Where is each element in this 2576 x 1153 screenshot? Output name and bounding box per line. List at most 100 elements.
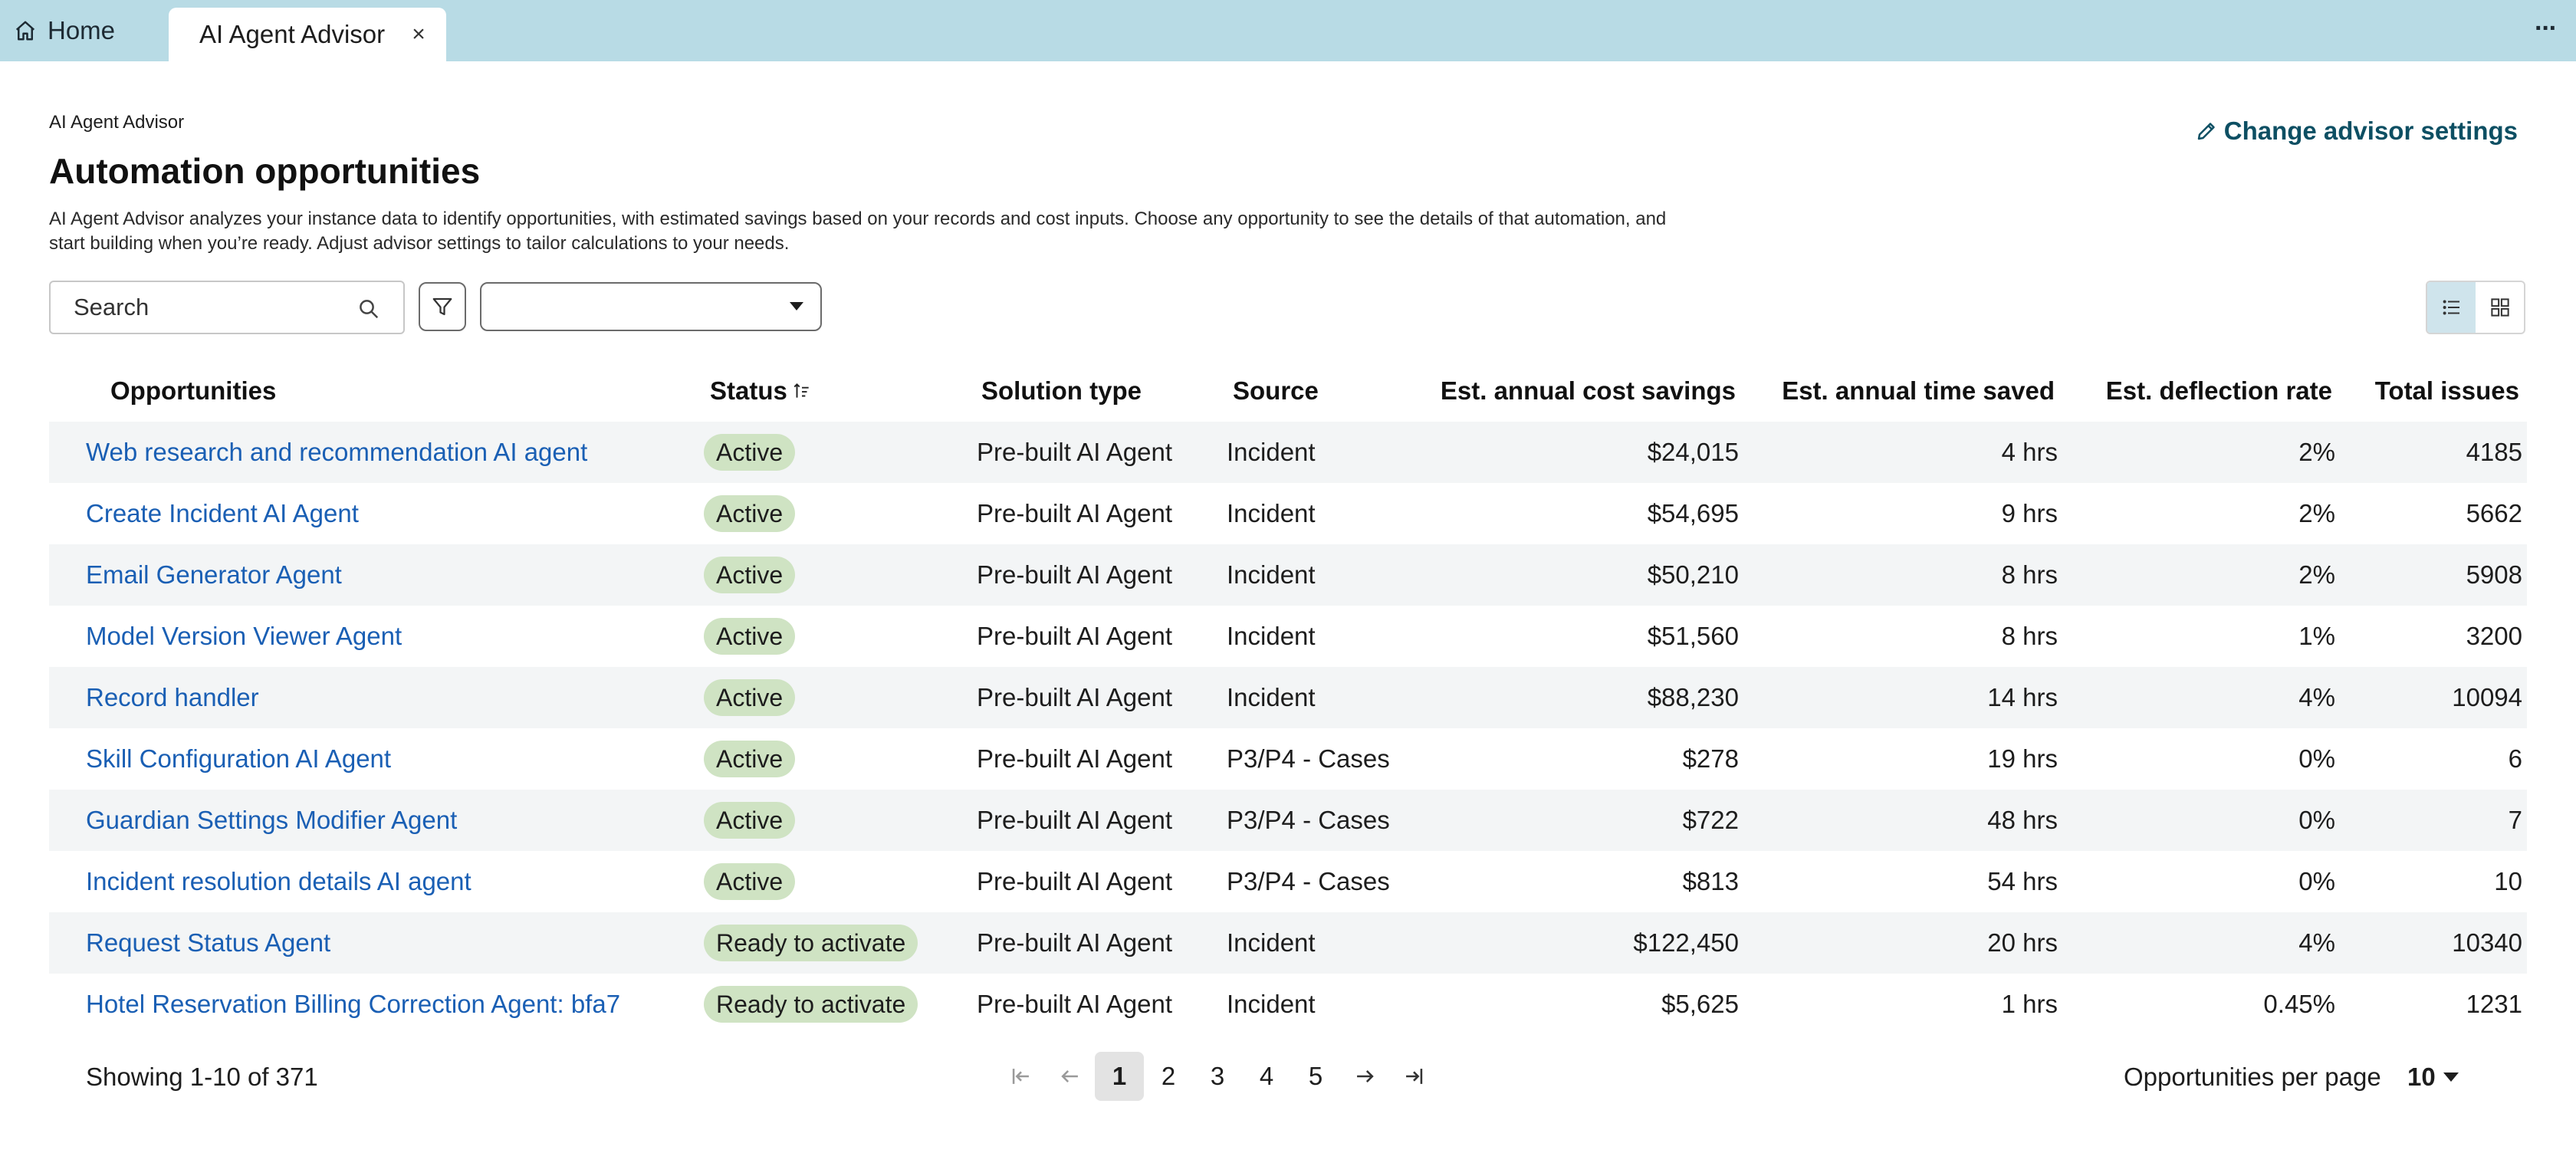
- status-badge: Active: [704, 557, 796, 593]
- opportunity-link[interactable]: Request Status Agent: [86, 928, 330, 958]
- opportunity-name-cell: Web research and recommendation AI agent: [86, 422, 587, 483]
- table-row[interactable]: Guardian Settings Modifier Agent Active Pr…: [49, 790, 2527, 851]
- page-button-4[interactable]: 4: [1242, 1052, 1291, 1101]
- per-page-label: Opportunities per page: [2124, 1063, 2381, 1091]
- chevron-down-icon: [2443, 1073, 2459, 1082]
- table-body: Web research and recommendation AI agent…: [49, 422, 2527, 1035]
- source-cell: Incident: [1227, 928, 1316, 957]
- pagination: 1 2 3 4 5: [997, 1052, 1438, 1101]
- opportunity-link[interactable]: Email Generator Agent: [86, 560, 342, 590]
- column-header-solution-type[interactable]: Solution type: [981, 360, 1142, 422]
- filter-button[interactable]: [419, 282, 466, 331]
- cost-savings-cell: $5,625: [1661, 990, 1739, 1018]
- table-row[interactable]: Model Version Viewer Agent Active Pre-buil…: [49, 606, 2527, 667]
- column-header-cost-savings[interactable]: Est. annual cost savings: [1441, 360, 1736, 422]
- deflection-rate-cell: 0%: [2298, 806, 2335, 834]
- total-issues-cell: 6: [2508, 744, 2522, 773]
- tab-active-label: AI Agent Advisor: [199, 20, 386, 48]
- last-page-button[interactable]: [1389, 1052, 1438, 1101]
- table-row[interactable]: Email Generator Agent Active Pre-built AI …: [49, 544, 2527, 606]
- time-saved-cell: 9 hrs: [2001, 499, 2058, 527]
- table-row[interactable]: Record handler Active Pre-built AI Agent In…: [49, 667, 2527, 728]
- deflection-rate-cell: 4%: [2298, 928, 2335, 957]
- table-row[interactable]: Web research and recommendation AI agent…: [49, 422, 2527, 483]
- total-issues-cell: 5908: [2466, 560, 2522, 589]
- filter-select[interactable]: [480, 282, 822, 331]
- status-cell: Active: [704, 728, 796, 790]
- page-button-2[interactable]: 2: [1144, 1052, 1193, 1101]
- table-row[interactable]: Hotel Reservation Billing Correction Age…: [49, 974, 2527, 1035]
- page-button-5[interactable]: 5: [1291, 1052, 1340, 1101]
- home-icon: [15, 21, 35, 41]
- tab-ai-agent-advisor[interactable]: AI Agent Advisor ×: [169, 8, 446, 61]
- solution-type-cell: Pre-built AI Agent: [977, 560, 1172, 589]
- opportunity-name-cell: Create Incident AI Agent: [86, 483, 359, 544]
- opportunity-link[interactable]: Record handler: [86, 683, 259, 712]
- opportunity-link[interactable]: Incident resolution details AI agent: [86, 867, 472, 896]
- time-saved-cell: 8 hrs: [2001, 560, 2058, 589]
- change-advisor-settings-link[interactable]: Change advisor settings: [2195, 117, 2518, 146]
- sort-icon[interactable]: [792, 381, 812, 401]
- solution-type-cell: Pre-built AI Agent: [977, 928, 1172, 957]
- more-options-icon[interactable]: ···: [2530, 15, 2561, 44]
- column-header-deflection-rate[interactable]: Est. deflection rate: [2106, 360, 2332, 422]
- search-icon[interactable]: [357, 297, 380, 320]
- status-cell: Active: [704, 422, 796, 483]
- table-header: Opportunities Status Solution type Sourc…: [49, 360, 2527, 422]
- close-icon[interactable]: ×: [408, 23, 429, 46]
- page-button-3[interactable]: 3: [1193, 1052, 1242, 1101]
- column-header-time-saved[interactable]: Est. annual time saved: [1782, 360, 2055, 422]
- pencil-icon: [2197, 123, 2215, 140]
- source-cell: P3/P4 - Cases: [1227, 744, 1390, 773]
- list-icon: [2443, 300, 2459, 315]
- tab-home[interactable]: Home: [14, 0, 115, 61]
- total-issues-cell: 3200: [2466, 622, 2522, 650]
- table-row[interactable]: Incident resolution details AI agent Acti…: [49, 851, 2527, 912]
- table-row[interactable]: Skill Configuration AI Agent Active Pre-bu…: [49, 728, 2527, 790]
- column-header-total-issues[interactable]: Total issues: [2375, 360, 2519, 422]
- solution-type-cell: Pre-built AI Agent: [977, 744, 1172, 773]
- previous-page-button[interactable]: [1046, 1052, 1095, 1101]
- column-header-source[interactable]: Source: [1233, 360, 1319, 422]
- status-cell: Active: [704, 851, 796, 912]
- opportunity-name-cell: Email Generator Agent: [86, 544, 342, 606]
- column-header-opportunities[interactable]: Opportunities: [110, 360, 276, 422]
- status-cell: Active: [704, 790, 796, 851]
- source-cell: Incident: [1227, 560, 1316, 589]
- next-page-button[interactable]: [1340, 1052, 1389, 1101]
- solution-type-cell: Pre-built AI Agent: [977, 867, 1172, 895]
- deflection-rate-cell: 4%: [2298, 683, 2335, 711]
- column-header-status[interactable]: Status: [710, 360, 812, 422]
- total-issues-cell: 10340: [2452, 928, 2522, 957]
- opportunity-link[interactable]: Model Version Viewer Agent: [86, 622, 402, 651]
- time-saved-cell: 8 hrs: [2001, 622, 2058, 650]
- opportunity-link[interactable]: Create Incident AI Agent: [86, 499, 359, 528]
- view-toggle: [2426, 281, 2525, 334]
- status-cell: Ready to activate: [704, 974, 918, 1035]
- arrow-right-icon: [1357, 1070, 1374, 1082]
- status-badge: Active: [704, 679, 796, 716]
- per-page-select[interactable]: 10: [2407, 1063, 2459, 1092]
- opportunity-name-cell: Skill Configuration AI Agent: [86, 728, 391, 790]
- page-title: Automation opportunities: [49, 151, 481, 191]
- time-saved-cell: 1 hrs: [2001, 990, 2058, 1018]
- deflection-rate-cell: 0%: [2298, 867, 2335, 895]
- opportunity-link[interactable]: Hotel Reservation Billing Correction Age…: [86, 990, 620, 1019]
- search-input[interactable]: [74, 294, 327, 321]
- status-badge: Active: [704, 434, 796, 471]
- total-issues-cell: 1231: [2466, 990, 2522, 1018]
- opportunity-name-cell: Hotel Reservation Billing Correction Age…: [86, 974, 620, 1035]
- page-button-1[interactable]: 1: [1095, 1052, 1144, 1101]
- table-row[interactable]: Create Incident AI Agent Active Pre-built …: [49, 483, 2527, 544]
- grid-icon: [2490, 298, 2509, 317]
- first-page-button[interactable]: [997, 1052, 1046, 1101]
- opportunity-link[interactable]: Web research and recommendation AI agent: [86, 438, 587, 467]
- status-badge: Active: [704, 741, 796, 777]
- total-issues-cell: 5662: [2466, 499, 2522, 527]
- opportunity-link[interactable]: Skill Configuration AI Agent: [86, 744, 391, 774]
- cost-savings-cell: $722: [1682, 806, 1739, 834]
- table-row[interactable]: Request Status Agent Ready to activate Pre…: [49, 912, 2527, 974]
- grid-view-button[interactable]: [2476, 282, 2524, 333]
- opportunity-link[interactable]: Guardian Settings Modifier Agent: [86, 806, 457, 835]
- list-view-button[interactable]: [2427, 282, 2476, 333]
